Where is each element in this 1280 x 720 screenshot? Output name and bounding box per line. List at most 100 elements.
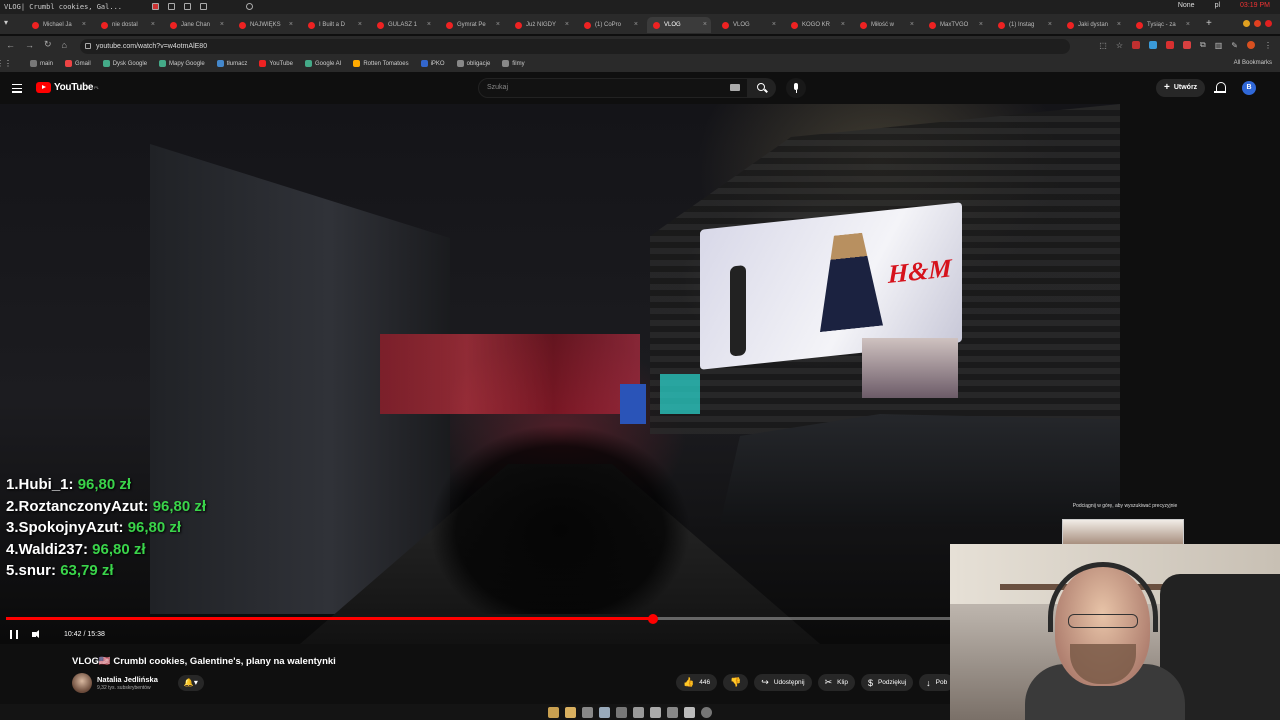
menu-icon[interactable] [12, 84, 22, 95]
tab-menu-icon[interactable]: ▾ [4, 18, 8, 27]
bookmark-item[interactable]: Dysk Google [102, 60, 147, 67]
install-icon[interactable]: ⬚ [1099, 41, 1107, 50]
keyboard-icon[interactable] [730, 84, 740, 91]
new-tab-button[interactable]: + [1206, 18, 1212, 29]
app-icon[interactable] [616, 707, 627, 718]
browser-tab[interactable]: I Built a D × [302, 17, 366, 33]
maximize-button[interactable] [1254, 20, 1261, 27]
app-icon[interactable] [633, 707, 644, 718]
status-none[interactable]: None [1178, 2, 1195, 9]
forward-icon[interactable]: → [25, 40, 34, 50]
all-bookmarks[interactable]: All Bookmarks [1234, 60, 1272, 66]
home-icon[interactable]: ⌂ [62, 40, 67, 50]
browser-tab[interactable]: Już NIGDY × [509, 17, 573, 33]
reload-icon[interactable]: ↻ [44, 39, 52, 50]
close-tab-icon[interactable]: × [565, 21, 569, 28]
app-icon[interactable] [650, 707, 661, 718]
browser-icon[interactable] [599, 707, 610, 718]
search-button[interactable] [748, 78, 776, 98]
browser-tab[interactable]: Gymrat Pe × [440, 17, 504, 33]
app-icon[interactable] [667, 707, 678, 718]
notifications-icon[interactable] [1214, 81, 1226, 94]
bookmark-item[interactable]: filmy [502, 60, 525, 67]
window-icon[interactable] [168, 3, 175, 10]
url-field[interactable]: youtube.com/watch?v=w4otmAlE80 [80, 39, 1070, 54]
sidebar-icon[interactable]: ▥ [1215, 41, 1223, 50]
close-tab-icon[interactable]: × [841, 21, 845, 28]
pen-icon[interactable] [246, 3, 253, 10]
channel-avatar[interactable] [72, 673, 92, 693]
bookmark-item[interactable]: tłumacz [216, 60, 247, 67]
share-button[interactable]: ↪ Udostępnij [754, 674, 812, 691]
close-tab-icon[interactable]: × [496, 21, 500, 28]
extension-icon[interactable] [1183, 41, 1192, 49]
extension-icon[interactable] [1166, 41, 1175, 49]
close-tab-icon[interactable]: × [220, 21, 224, 28]
close-tab-icon[interactable]: × [772, 21, 776, 28]
download-button[interactable]: ↓ Pob [919, 674, 955, 691]
app-icon[interactable] [582, 707, 593, 718]
youtube-logo[interactable]: YouTube PL [36, 82, 99, 93]
more-icon[interactable]: ⋮ [1264, 41, 1272, 50]
folder-icon[interactable] [565, 707, 576, 718]
folder-icon[interactable] [548, 707, 559, 718]
close-button[interactable] [1265, 20, 1272, 27]
close-tab-icon[interactable]: × [634, 21, 638, 28]
bookmark-item[interactable]: Google AI [304, 60, 341, 67]
bookmark-item[interactable]: main [30, 60, 53, 67]
close-tab-icon[interactable]: × [1186, 21, 1190, 28]
browser-tab[interactable]: GULASZ 1 × [371, 17, 435, 33]
close-tab-icon[interactable]: × [358, 21, 362, 28]
browser-tab[interactable]: nie dostal × [95, 17, 159, 33]
browser-tab[interactable]: Jaki dystan × [1061, 17, 1125, 33]
like-button[interactable]: 👍 446 [676, 674, 718, 691]
browser-tab[interactable]: (1) CoPro × [578, 17, 642, 33]
browser-tab[interactable]: Jane Chan × [164, 17, 228, 33]
back-icon[interactable]: ← [6, 40, 15, 50]
browser-tab[interactable]: NAJWIĘKS × [233, 17, 297, 33]
star-icon[interactable]: ☆ [1116, 41, 1123, 50]
pause-icon[interactable] [10, 629, 18, 639]
close-tab-icon[interactable]: × [979, 21, 983, 28]
avatar[interactable]: B [1242, 81, 1256, 95]
close-tab-icon[interactable]: × [1048, 21, 1052, 28]
bookmark-item[interactable]: Rotten Tomatoes [353, 60, 409, 67]
clip-button[interactable]: ✂ Klip [817, 674, 855, 691]
volume-icon[interactable] [32, 629, 42, 639]
thanks-button[interactable]: $ Podziękuj [860, 674, 914, 691]
close-tab-icon[interactable]: × [289, 21, 293, 28]
monitor-icon[interactable] [200, 3, 207, 10]
close-tab-icon[interactable]: × [1117, 21, 1121, 28]
bookmark-item[interactable]: Mapy Google [159, 60, 205, 67]
extension-icon[interactable] [1149, 41, 1158, 49]
language-indicator[interactable]: pl [1215, 2, 1220, 9]
close-tab-icon[interactable]: × [910, 21, 914, 28]
app-icon[interactable] [701, 707, 712, 718]
minimize-button[interactable] [1243, 20, 1250, 27]
app-icon[interactable] [684, 707, 695, 718]
create-button[interactable]: + Utwórz [1156, 79, 1206, 97]
browser-tab[interactable]: KOGO KR × [785, 17, 849, 33]
browser-tab[interactable]: VLOG × [716, 17, 780, 33]
browser-tab[interactable]: Michael Ja × [26, 17, 90, 33]
bookmark-item[interactable]: obligacje [456, 60, 490, 67]
browser-tab[interactable]: VLOG × [647, 17, 711, 33]
bookmark-item[interactable]: YouTube [259, 60, 293, 67]
window-icon[interactable] [184, 3, 191, 10]
preview-thumbnail[interactable] [1062, 519, 1184, 545]
subscription-bell-button[interactable]: 🔔▾ [177, 675, 204, 691]
pen-icon[interactable]: ✎ [1231, 41, 1238, 50]
microphone-icon[interactable] [786, 78, 806, 98]
bookmark-item[interactable]: Gmail [65, 60, 91, 67]
close-tab-icon[interactable]: × [427, 21, 431, 28]
puzzle-icon[interactable]: ⧉ [1200, 40, 1206, 50]
browser-tab[interactable]: MaxTVGO × [923, 17, 987, 33]
close-tab-icon[interactable]: × [82, 21, 86, 28]
apps-icon[interactable]: ⋮⋮ [0, 59, 12, 68]
browser-tab[interactable]: (1) Instag × [992, 17, 1056, 33]
dislike-button[interactable]: 👎 [723, 674, 749, 691]
close-tab-icon[interactable]: × [151, 21, 155, 28]
browser-tab[interactable]: Tysiąc - za × [1130, 17, 1194, 33]
browser-tab[interactable]: Miłość w × [854, 17, 918, 33]
channel-name[interactable]: Natalia Jedlińska [97, 675, 158, 684]
